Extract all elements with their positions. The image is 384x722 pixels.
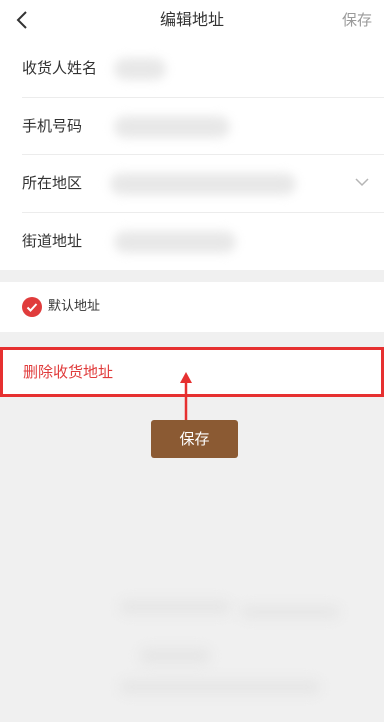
chevron-down-icon	[355, 178, 369, 187]
address-form: 收货人姓名 手机号码 所在地区 街道地址	[0, 40, 384, 270]
street-label: 街道地址	[22, 231, 83, 250]
street-value-redacted	[114, 230, 236, 253]
phone-field[interactable]: 手机号码	[22, 98, 384, 155]
phone-label: 手机号码	[22, 116, 83, 135]
region-value-redacted	[110, 173, 296, 195]
background-blur	[140, 648, 210, 664]
phone-value-redacted	[114, 115, 230, 138]
name-value-redacted	[114, 58, 166, 80]
delete-address-label: 删除收货地址	[23, 363, 114, 381]
region-label: 所在地区	[22, 174, 83, 192]
default-address-label: 默认地址	[48, 299, 101, 314]
background-blur	[120, 680, 320, 694]
page-title: 编辑地址	[159, 10, 224, 29]
name-label: 收货人姓名	[22, 59, 98, 77]
default-address-toggle[interactable]: 默认地址	[0, 282, 384, 332]
save-tooltip: 保存	[151, 420, 238, 458]
check-circle-icon[interactable]	[22, 297, 42, 317]
region-field[interactable]: 所在地区	[22, 155, 384, 213]
up-arrow-annotation	[180, 372, 192, 422]
nav-bar: 编辑地址 保存	[0, 0, 384, 40]
street-field[interactable]: 街道地址	[22, 213, 384, 271]
name-field[interactable]: 收货人姓名	[22, 40, 384, 98]
background-blur	[120, 600, 230, 614]
background-blur	[240, 606, 340, 618]
save-button[interactable]: 保存	[342, 0, 372, 40]
